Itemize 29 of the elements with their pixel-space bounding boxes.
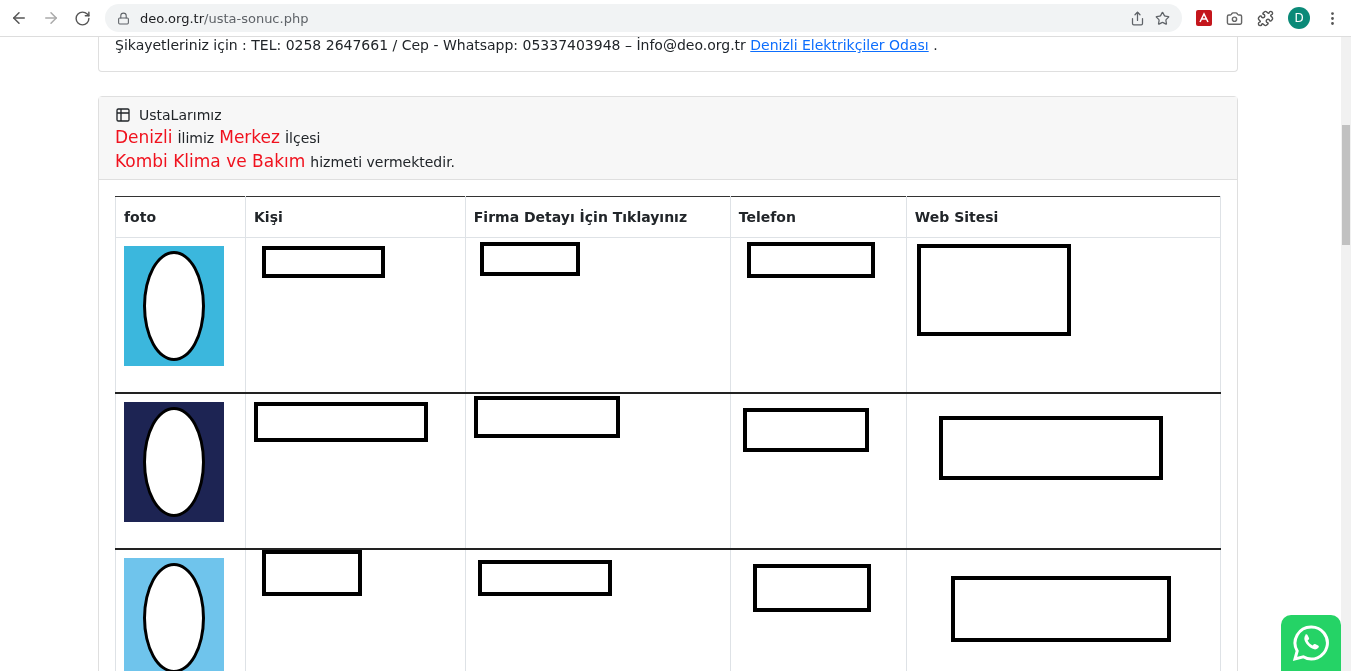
header-text: İlçesi [284, 130, 321, 146]
lock-icon [117, 11, 130, 25]
column-header: Kişi [245, 196, 466, 238]
header-text: İlimiz [177, 130, 215, 146]
address-bar[interactable]: deo.org.tr/usta-sonuc.php [105, 4, 1182, 32]
column-header: Telefon [730, 196, 907, 238]
back-icon[interactable] [10, 9, 28, 27]
extensions-icon[interactable] [1257, 9, 1274, 27]
pdf-extension-icon[interactable] [1196, 10, 1212, 26]
reload-icon[interactable] [74, 9, 91, 27]
share-icon[interactable] [1130, 10, 1145, 26]
chat-phone-icon [1291, 623, 1331, 663]
table-icon [115, 107, 131, 123]
highlighted-text: Denizli [115, 127, 173, 147]
column-header: Web Sitesi [906, 196, 1221, 238]
card-title: UstaLarımız [139, 107, 222, 123]
column-header: Firma Detayı İçin Tıklayınız [465, 196, 731, 238]
highlighted-text: Merkez [219, 127, 280, 147]
bookmark-star-icon[interactable] [1155, 10, 1170, 26]
contact-text: Şikayetleriniz için : TEL: 0258 2647661 / Cep - Whatsapp: 05337403948 – İnfo@deo.org.tr Denizli Elektrikçiler Odası . [115, 37, 939, 53]
url-path: /usta-sonuc.php [204, 10, 309, 26]
chamber-link[interactable]: Denizli Elektrikçiler Odası [750, 37, 929, 53]
url-host: deo.org.tr [140, 10, 204, 26]
column-header: foto [115, 196, 246, 238]
profile-avatar[interactable]: D [1288, 7, 1310, 29]
camera-icon[interactable] [1226, 9, 1243, 27]
scrollbar[interactable] [1341, 37, 1351, 671]
header-text: hizmeti vermektedir. [310, 154, 456, 170]
highlighted-text: Kombi Klima ve Bakım [115, 151, 306, 171]
